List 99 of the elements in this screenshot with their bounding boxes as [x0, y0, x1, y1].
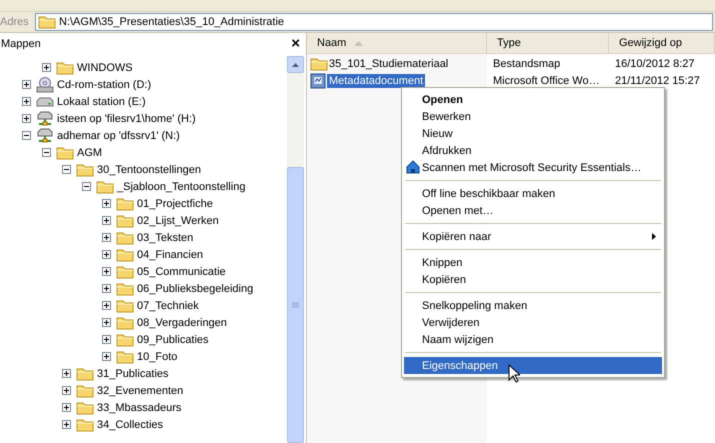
menu-item[interactable]: Verwijderen — [404, 314, 662, 331]
expand-toggle[interactable] — [62, 420, 71, 429]
expand-toggle[interactable] — [22, 80, 31, 89]
expand-toggle[interactable] — [62, 165, 71, 174]
tree-item[interactable]: 34_Collecties — [97, 418, 164, 430]
folder-icon — [56, 60, 74, 74]
tree-item[interactable]: Lokaal station (E:) — [57, 96, 146, 108]
tree-item[interactable]: 32_Evenementen — [97, 384, 184, 396]
menu-item[interactable]: Openen — [404, 91, 662, 108]
expand-toggle[interactable] — [102, 233, 111, 242]
expand-toggle[interactable] — [102, 216, 111, 225]
expand-toggle[interactable] — [62, 386, 71, 395]
tree-item[interactable]: 08_Vergaderingen — [137, 316, 227, 328]
cd-drive-icon — [36, 76, 54, 92]
table-cell: Microsoft Office Wo… — [493, 74, 600, 86]
expand-toggle[interactable] — [102, 284, 111, 293]
caret-icon — [292, 62, 299, 66]
tree-item[interactable]: 07_Techniek — [137, 300, 199, 312]
column-header[interactable]: Naam — [307, 33, 487, 54]
file-name[interactable]: Metadatadocument — [327, 74, 426, 88]
tree-item[interactable]: 09_Publicaties — [137, 334, 209, 346]
tree-item[interactable]: _Sjabloon_Tentoonstelling — [117, 180, 246, 192]
menu-item[interactable]: Knippen — [404, 254, 662, 271]
tree-item[interactable]: 01_Projectfiche — [137, 198, 213, 210]
expand-toggle[interactable] — [22, 114, 31, 123]
grip-icon — [292, 302, 299, 308]
expand-toggle[interactable] — [62, 369, 71, 378]
folder-icon — [116, 350, 134, 364]
menu-item[interactable]: Openen met… — [404, 202, 662, 219]
folder-icon — [116, 332, 134, 346]
address-label: Adres — [0, 16, 30, 28]
tree-item[interactable]: 02_Lijst_Werken — [137, 214, 219, 226]
tree-item[interactable]: 03_Teksten — [137, 232, 194, 244]
expand-toggle[interactable] — [102, 250, 111, 259]
close-button[interactable]: × — [291, 35, 300, 52]
tree-item[interactable]: Cd-rom-station (D:) — [57, 78, 152, 90]
tree-item[interactable]: 06_Publieksbegeleiding — [137, 282, 254, 294]
expand-toggle[interactable] — [22, 131, 31, 140]
folder-icon — [116, 214, 134, 228]
folder-icon — [76, 384, 94, 398]
tree-item[interactable]: isteen op 'filesrv1\home' (H:) — [57, 112, 196, 124]
expand-toggle[interactable] — [102, 199, 111, 208]
file-name[interactable]: 35_101_Studiemateriaal — [329, 58, 448, 70]
tree-item[interactable]: adhemar op 'dfssrv1' (N:) — [57, 130, 180, 142]
folder-icon — [310, 56, 328, 70]
folder-icon — [116, 298, 134, 312]
menu-item[interactable]: Off line beschikbaar maken — [404, 185, 662, 202]
menu-item[interactable]: Scannen met Microsoft Security Essentials… — [404, 159, 662, 176]
tree-item[interactable]: 05_Communicatie — [137, 266, 226, 278]
tree-item[interactable]: 33_Mbassadeurs — [97, 402, 182, 414]
network-drive-icon — [36, 110, 54, 126]
scroll-up-button[interactable] — [287, 56, 304, 73]
table-cell: 21/11/2012 15:27 — [615, 74, 700, 86]
menu-item[interactable]: Kopiëren naar — [404, 228, 662, 245]
tree-item[interactable]: 10_Foto — [137, 350, 178, 362]
menu-item[interactable]: Afdrukken — [404, 142, 662, 159]
expand-toggle[interactable] — [102, 301, 111, 310]
address-field[interactable]: N:\AGM\35_Presentaties\35_10_Administratie — [35, 13, 713, 31]
expand-toggle[interactable] — [82, 182, 91, 191]
folder-icon — [38, 15, 56, 29]
table-cell: 16/10/2012 8:27 — [615, 58, 695, 70]
expand-toggle[interactable] — [102, 335, 111, 344]
folder-icon — [76, 418, 94, 432]
column-header[interactable]: Type — [487, 33, 609, 54]
folder-icon — [116, 248, 134, 262]
expand-toggle[interactable] — [62, 403, 71, 412]
menu-item[interactable]: Nieuw — [404, 125, 662, 142]
expand-toggle[interactable] — [102, 267, 111, 276]
document-icon — [310, 72, 326, 88]
expand-toggle[interactable] — [102, 318, 111, 327]
scrollbar-thumb[interactable] — [287, 167, 304, 443]
menu-item[interactable]: Kopiëren — [404, 271, 662, 288]
expand-toggle[interactable] — [22, 97, 31, 106]
menu-item[interactable]: Bewerken — [404, 108, 662, 125]
table-cell: Bestandsmap — [493, 58, 560, 70]
tree-item[interactable]: 30_Tentoonstellingen — [97, 164, 201, 176]
drive-icon — [36, 96, 54, 108]
expand-toggle[interactable] — [102, 352, 111, 361]
menu-item[interactable]: Naam wijzigen — [404, 331, 662, 348]
tree-item[interactable]: WINDOWS — [77, 62, 133, 74]
folder-icon — [56, 146, 74, 160]
tree-item[interactable]: 31_Publicaties — [97, 368, 169, 380]
expand-toggle[interactable] — [42, 148, 51, 157]
folder-icon — [116, 282, 134, 296]
folder-icon — [116, 316, 134, 330]
menu-item[interactable]: Snelkoppeling maken — [404, 297, 662, 314]
folder-icon — [116, 196, 134, 210]
tree-item[interactable]: AGM — [77, 146, 102, 158]
folder-icon — [96, 180, 114, 194]
folder-icon — [76, 162, 94, 176]
folder-icon — [76, 366, 94, 380]
folder-icon — [116, 230, 134, 244]
network-drive-icon — [36, 128, 54, 144]
expand-toggle[interactable] — [42, 63, 51, 72]
menu-item[interactable]: Eigenschappen — [404, 357, 662, 374]
tree-item[interactable]: 04_Financien — [137, 248, 204, 260]
pane-title: Mappen — [1, 38, 41, 50]
folder-icon — [116, 264, 134, 278]
folder-icon — [76, 400, 94, 414]
